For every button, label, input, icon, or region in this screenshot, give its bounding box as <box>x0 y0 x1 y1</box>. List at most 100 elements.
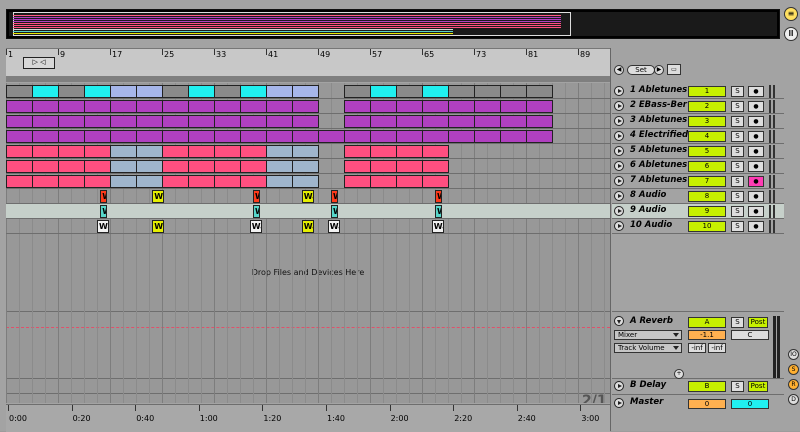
arm-button[interactable]: ● <box>748 146 764 157</box>
midi-clip[interactable] <box>136 130 163 143</box>
returns-toggle-icon[interactable]: R <box>788 379 799 390</box>
set-locator-button[interactable]: Set <box>627 65 655 75</box>
midi-clip[interactable] <box>396 160 423 173</box>
track-lane[interactable] <box>6 129 610 144</box>
return-a-pan[interactable]: C <box>731 330 769 340</box>
arm-button[interactable]: ● <box>748 131 764 142</box>
midi-clip[interactable] <box>422 145 449 158</box>
play-icon[interactable] <box>614 86 624 96</box>
hamburger-icon[interactable]: ≡ <box>784 7 798 21</box>
midi-clip[interactable] <box>422 130 449 143</box>
track-lane[interactable]: WWWW <box>6 204 610 219</box>
midi-clip[interactable] <box>292 160 319 173</box>
track-name[interactable]: 7 Abletunes <box>630 175 687 185</box>
play-icon[interactable] <box>614 221 624 231</box>
midi-clip[interactable] <box>370 85 397 98</box>
solo-button[interactable]: S <box>731 176 744 187</box>
play-icon[interactable] <box>614 191 624 201</box>
midi-clip[interactable] <box>318 130 345 143</box>
return-a-letter[interactable]: A <box>688 317 726 328</box>
arm-button[interactable]: ● <box>748 176 764 187</box>
loop-brace[interactable]: ▷ ◁ <box>23 57 55 69</box>
midi-clip[interactable] <box>240 85 267 98</box>
midi-clip[interactable] <box>396 115 423 128</box>
midi-clip[interactable] <box>370 175 397 188</box>
midi-clip[interactable] <box>188 85 215 98</box>
midi-clip[interactable] <box>84 85 111 98</box>
return-a-name[interactable]: A Reverb <box>630 316 673 326</box>
midi-clip[interactable] <box>526 130 553 143</box>
midi-clip[interactable] <box>84 160 111 173</box>
midi-clip[interactable] <box>474 115 501 128</box>
master-name[interactable]: Master <box>630 397 663 407</box>
midi-clip[interactable] <box>84 130 111 143</box>
midi-clip[interactable] <box>266 100 293 113</box>
midi-clip[interactable] <box>266 145 293 158</box>
midi-clip[interactable] <box>84 175 111 188</box>
return-b-name[interactable]: B Delay <box>630 380 666 390</box>
midi-clip[interactable] <box>188 145 215 158</box>
track-name[interactable]: 6 Abletunes <box>630 160 687 170</box>
track-lane[interactable] <box>6 174 610 189</box>
track-activator[interactable]: 9 <box>688 206 726 217</box>
midi-clip[interactable] <box>110 130 137 143</box>
audio-clip[interactable]: W <box>435 190 442 203</box>
play-icon[interactable] <box>614 161 624 171</box>
midi-clip[interactable] <box>422 115 449 128</box>
midi-clip[interactable] <box>32 160 59 173</box>
midi-clip[interactable] <box>344 175 371 188</box>
midi-clip[interactable] <box>84 115 111 128</box>
midi-clip[interactable] <box>370 145 397 158</box>
midi-clip[interactable] <box>32 85 59 98</box>
midi-clip[interactable] <box>162 145 189 158</box>
midi-clip[interactable] <box>110 85 137 98</box>
track-activator[interactable]: 7 <box>688 176 726 187</box>
midi-clip[interactable] <box>370 100 397 113</box>
midi-clip[interactable] <box>136 85 163 98</box>
fold-down-icon[interactable] <box>614 316 624 326</box>
scrub-area[interactable] <box>6 76 610 82</box>
midi-clip[interactable] <box>84 145 111 158</box>
midi-clip[interactable] <box>6 145 33 158</box>
lock-icon[interactable]: ▭ <box>667 64 681 75</box>
midi-clip[interactable] <box>396 145 423 158</box>
midi-clip[interactable] <box>162 175 189 188</box>
track-name[interactable]: 8 Audio <box>630 190 666 200</box>
midi-clip[interactable] <box>214 100 241 113</box>
audio-clip[interactable]: W <box>253 205 260 218</box>
sends-toggle-icon[interactable]: S <box>788 364 799 375</box>
midi-clip[interactable] <box>292 145 319 158</box>
midi-clip[interactable] <box>162 100 189 113</box>
track-name[interactable]: 5 Abletunes <box>630 145 687 155</box>
midi-clip[interactable] <box>188 160 215 173</box>
audio-clip[interactable]: Wa <box>327 220 340 233</box>
midi-clip[interactable] <box>214 115 241 128</box>
track-name[interactable]: 10 Audio <box>630 220 672 230</box>
beat-time-ruler[interactable]: ▷ ◁ 1 9 17 25 33 41 49 57 65 73 81 89 <box>6 48 610 77</box>
midi-clip[interactable] <box>370 115 397 128</box>
midi-clip[interactable] <box>188 115 215 128</box>
track-name[interactable]: 3 Abletunes <box>630 115 687 125</box>
master-pan[interactable]: 0 <box>731 399 769 409</box>
midi-clip[interactable] <box>188 175 215 188</box>
mixer-toggle-icon[interactable]: D <box>788 394 799 405</box>
midi-clip[interactable] <box>136 100 163 113</box>
audio-clip[interactable]: W <box>253 190 260 203</box>
midi-clip[interactable] <box>6 100 33 113</box>
arm-button[interactable]: ● <box>748 86 764 97</box>
control-chooser[interactable]: Track Volume <box>614 343 682 353</box>
track-activator[interactable]: 10 <box>688 221 726 232</box>
return-b-post-button[interactable]: Post <box>748 381 768 392</box>
midi-clip[interactable] <box>6 130 33 143</box>
midi-clip[interactable] <box>240 115 267 128</box>
midi-clip[interactable] <box>32 145 59 158</box>
track-lane[interactable] <box>6 84 610 99</box>
track-name[interactable]: 1 Abletunes <box>630 85 687 95</box>
play-icon[interactable] <box>614 131 624 141</box>
midi-clip[interactable] <box>344 145 371 158</box>
track-activator[interactable]: 3 <box>688 116 726 127</box>
arm-button[interactable]: ● <box>748 206 764 217</box>
midi-clip[interactable] <box>32 175 59 188</box>
return-a-volume[interactable]: -1.1 <box>688 330 726 340</box>
midi-clip[interactable] <box>344 160 371 173</box>
